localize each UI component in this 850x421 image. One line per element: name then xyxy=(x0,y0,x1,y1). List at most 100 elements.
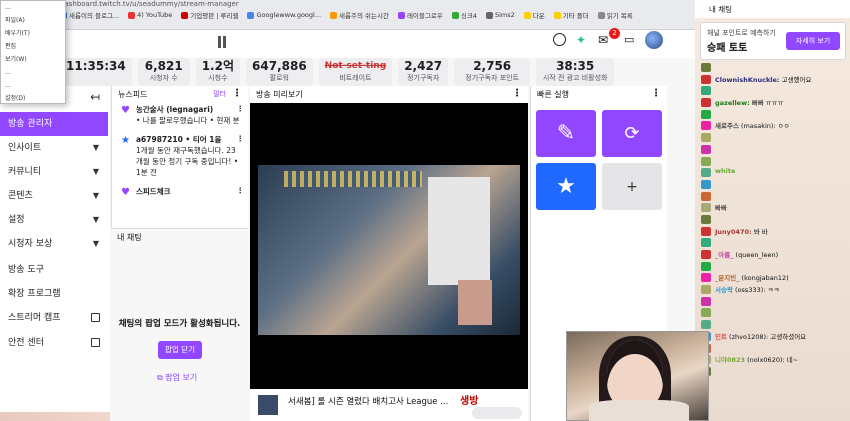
sidebar-item[interactable]: 설정 ▼ xyxy=(0,208,108,232)
chat-username[interactable]: _윤지빈_ xyxy=(715,274,739,282)
sidebar-item[interactable]: 스트리머 캠프 xyxy=(0,306,108,330)
chat-message xyxy=(695,62,850,74)
chat-username[interactable]: gazellew: xyxy=(715,99,750,107)
whisper-icon[interactable]: ▭ xyxy=(624,33,634,49)
chat-badge-icon xyxy=(701,74,711,84)
bookmark-item[interactable]: 4) YouTube xyxy=(128,10,172,20)
menu-item[interactable]: 배우기(T) xyxy=(1,27,65,40)
stream-preview-header: 방송 미리보기 ⋮ xyxy=(250,86,528,100)
bookmark-item[interactable]: Sims2 xyxy=(485,10,515,20)
pause-icon[interactable] xyxy=(216,36,228,48)
chat-badge-icon xyxy=(701,214,711,224)
close-popup-button[interactable]: 팝업 닫기 xyxy=(158,341,202,359)
clip-button[interactable]: ⟳ xyxy=(602,110,662,157)
list-item[interactable]: ♥ 스피드체크 ⋮ xyxy=(112,182,248,201)
chat-message xyxy=(695,156,850,168)
bookmark-icon xyxy=(330,11,338,19)
feed-item-title: 스피드체크 xyxy=(136,187,171,196)
chat-username[interactable]: _아름_ xyxy=(715,251,733,259)
bookmark-item[interactable]: 기업평판 | 루리웹 xyxy=(181,10,238,20)
webcam-jacket xyxy=(589,400,689,421)
more-icon[interactable]: ⋮ xyxy=(237,133,245,144)
favorite-button[interactable]: ★ xyxy=(536,163,596,210)
stat-card: 1.2억 시청수 xyxy=(195,58,241,86)
chat-badge-icon xyxy=(701,156,711,166)
stat-value: Not-set-ting xyxy=(324,61,387,71)
menu-item[interactable]: 설정(D) xyxy=(1,92,65,105)
bookmark-item[interactable]: 새롭주의 쉬는시간 xyxy=(330,10,389,20)
chat-badge-icon xyxy=(701,179,711,189)
browser-toolbar: dashboard.twitch.tv/u/seadummy/stream-ma… xyxy=(0,0,695,30)
more-icon[interactable]: ⋮ xyxy=(651,88,661,99)
add-quick-action-button[interactable]: + xyxy=(602,163,662,210)
bookmark-item[interactable]: 새롭이의 블로그... xyxy=(60,10,119,20)
bookmark-label: 새롭주의 쉬는시간 xyxy=(339,12,389,20)
chat-username[interactable]: 서승락 xyxy=(715,286,733,294)
view-popup-link[interactable]: ⧉ 팝업 보기 xyxy=(157,372,197,383)
chat-text: (queen_leen) xyxy=(735,251,779,259)
avatar[interactable] xyxy=(645,31,663,49)
sidebar-item[interactable]: 방송 도구 xyxy=(0,258,108,282)
bookmark-item[interactable]: 레이블그로우 xyxy=(397,10,443,20)
chat-message: 빠빠 xyxy=(695,202,850,214)
chat-message: 서승락 (oss333): ㅋㅋ xyxy=(695,284,850,296)
bookmark-label: 싱크4 xyxy=(460,12,477,20)
sidebar-item[interactable]: 커뮤니티 ▼ xyxy=(0,160,108,184)
sidebar: ↤ 방송 관리자 인사이트 ▼ 커뮤니티 ▼ 콘텐츠 ▼ 설정 ▼ 시청자 보상 ▼ 방송 도구 확장 … xyxy=(0,86,110,421)
sidebar-item[interactable]: 콘텐츠 ▼ xyxy=(0,184,108,208)
bookmark-item[interactable]: 다운 xyxy=(523,10,545,20)
chat-badge-icon xyxy=(701,261,711,271)
stat-value: 647,886 xyxy=(252,59,307,73)
bookmark-item[interactable]: 읽기 목록 xyxy=(597,10,633,20)
edit-stream-info-button[interactable]: ✎ xyxy=(536,110,596,157)
magic-wand-icon[interactable]: ✦ xyxy=(576,33,586,49)
chat-badge-icon xyxy=(701,238,711,248)
menu-item[interactable]: 보기(W) xyxy=(1,53,65,66)
chat-username[interactable]: 새로주스 xyxy=(715,122,739,130)
learn-more-button[interactable]: 자세히 보기 xyxy=(786,32,840,50)
list-item[interactable]: ★ a67987210 • 티어 1을 1개월 동안 재구독했습니다. 23개월 동… xyxy=(112,130,248,182)
chat-username[interactable]: Juny0470: xyxy=(715,228,752,236)
menu-item[interactable]: … xyxy=(1,1,65,14)
address-bar[interactable]: dashboard.twitch.tv/u/seadummy/stream-ma… xyxy=(60,0,239,8)
chevron-down-icon: ▼ xyxy=(92,167,99,176)
collapse-icon[interactable]: ↤ xyxy=(90,90,100,104)
more-icon[interactable]: ⋮ xyxy=(232,88,242,99)
menu-item[interactable]: … xyxy=(1,66,65,79)
chat-username[interactable]: 니야0823 xyxy=(715,356,745,364)
menu-item[interactable]: 파일(A) xyxy=(1,14,65,27)
more-icon[interactable]: ⋮ xyxy=(512,88,522,99)
sidebar-item[interactable]: 방송 관리자 xyxy=(0,112,108,136)
sidebar-item[interactable]: 인사이트 ▼ xyxy=(0,136,108,160)
context-menu: … 파일(A) 배우기(T) 편집 보기(W)…… 설정(D) xyxy=(0,0,66,104)
chat-username[interactable]: 민트 xyxy=(715,333,727,341)
menu-item[interactable]: … xyxy=(1,79,65,92)
newsfeed-filter-button[interactable]: 필터 xyxy=(213,89,226,99)
chat-message xyxy=(695,261,850,273)
bookmark-item[interactable]: 싱크4 xyxy=(451,10,477,20)
video-player[interactable] xyxy=(250,103,528,389)
bookmark-item[interactable]: 기타 폴더 xyxy=(553,10,589,20)
bookmark-item[interactable]: Googlewww.googl... xyxy=(247,10,321,20)
stat-card: 6,821 시청자 수 xyxy=(137,58,190,86)
sidebar-item[interactable]: 확장 프로그램 xyxy=(0,282,108,306)
live-pill xyxy=(472,407,522,419)
newsfeed-header: 뉴스피드 필터 ⋮ xyxy=(112,86,248,100)
help-icon[interactable] xyxy=(553,33,566,49)
bookmarks-bar: 새롭이의 블로그... 4) YouTube 기업평판 | 루리웹 Googlewww… xyxy=(60,10,633,20)
chat-username[interactable]: white xyxy=(715,167,735,175)
quick-actions-header: 빠른 실행 ⋮ xyxy=(531,86,667,100)
bookmark-label: Sims2 xyxy=(494,11,515,19)
chat-username[interactable]: ClownishKnuckle: xyxy=(715,76,780,84)
bookmark-icon xyxy=(485,11,493,19)
sidebar-item[interactable]: 시청자 보상 ▼ xyxy=(0,232,108,256)
more-icon[interactable]: ⋮ xyxy=(237,103,245,114)
stream-title-text[interactable]: 서새봄] 롤 시즌 열렸다 배치고사 League ... xyxy=(288,395,448,407)
stat-value: 6,821 xyxy=(144,59,183,73)
sidebar-item[interactable]: 안전 센터 xyxy=(0,331,108,355)
menu-item[interactable]: 편집 xyxy=(1,40,65,53)
list-item[interactable]: ♥ 농간술사 (legnagari) • 나를 팔로우했습니다 • 현재 분 ⋮ xyxy=(112,100,248,130)
chat-text: 빠빠 ㅠㅠㅠ xyxy=(751,99,784,108)
more-icon[interactable]: ⋮ xyxy=(237,185,245,196)
inbox-icon[interactable]: ✉ xyxy=(598,33,608,49)
